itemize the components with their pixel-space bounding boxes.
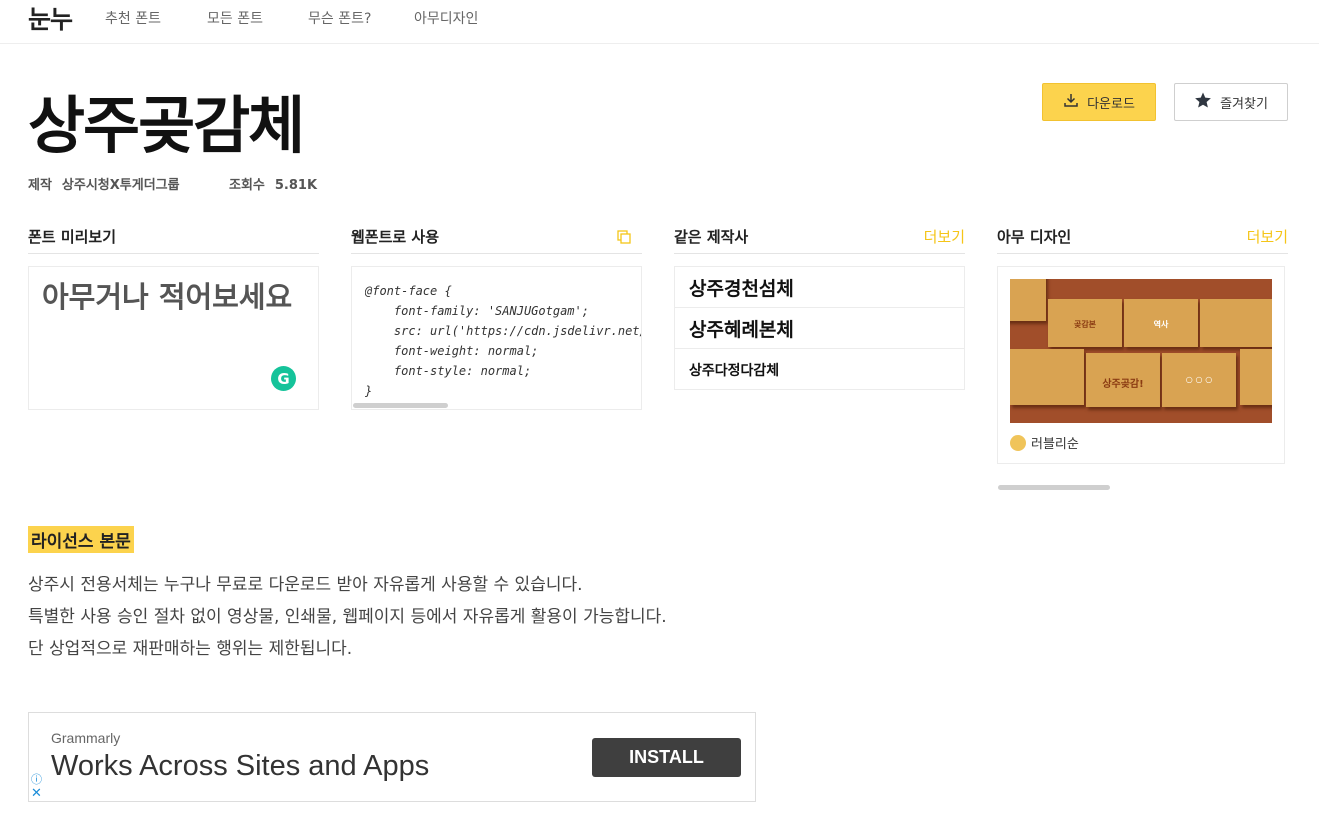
thumb-card: ○ ○ ○	[1162, 353, 1236, 407]
nav-all-fonts[interactable]: 모든 폰트	[207, 8, 263, 28]
copy-icon[interactable]	[616, 229, 632, 249]
thumb-card: 역사	[1124, 299, 1198, 347]
grammarly-icon[interactable]: G	[271, 366, 296, 391]
ad-banner[interactable]: Grammarly Works Across Sites and Apps IN…	[28, 712, 756, 802]
thumb-card-label: 역사	[1153, 320, 1169, 329]
views-count: 5.81K	[274, 178, 318, 193]
ad-brand: Grammarly	[51, 730, 121, 746]
author-avatar	[1010, 434, 1026, 451]
ad-info-icon[interactable]: ⓘ	[31, 771, 42, 787]
license-line: 특별한 사용 승인 절차 없이 영상물, 인쇄물, 웹페이지 등에서 자유롭게 …	[28, 607, 667, 627]
license-title: 라이선스 본문	[28, 526, 134, 553]
same-maker-font-item[interactable]: 상주경천섬체	[675, 267, 964, 308]
favorite-label: 즐겨찾기	[1220, 96, 1268, 112]
nav-any-design[interactable]: 아무디자인	[414, 8, 478, 28]
same-maker-section-header: 같은 제작사 더보기	[674, 226, 965, 254]
license-line: 단 상업적으로 재판매하는 행위는 제한됩니다.	[28, 639, 353, 659]
download-icon	[1063, 92, 1079, 112]
font-title: 상주곶감체	[28, 89, 305, 162]
thumb-card	[1010, 349, 1084, 405]
webfont-section-title: 웹폰트로 사용	[351, 228, 440, 246]
ad-close-icon[interactable]: ✕	[31, 786, 42, 801]
thumb-card: 상주곶감!	[1086, 353, 1160, 407]
download-label: 다운로드	[1087, 96, 1135, 112]
nav-recommended-fonts[interactable]: 추천 폰트	[105, 8, 161, 28]
maker-label: 제작	[28, 178, 52, 193]
any-design-section-header: 아무 디자인 더보기	[997, 226, 1288, 254]
download-button[interactable]: 다운로드	[1042, 83, 1156, 121]
site-logo[interactable]: 눈누	[28, 0, 73, 36]
thumb-card	[1010, 279, 1046, 321]
ad-headline[interactable]: Works Across Sites and Apps	[51, 750, 429, 783]
design-author[interactable]: 러블리순	[1010, 433, 1079, 452]
preview-section-title: 폰트 미리보기	[28, 228, 117, 246]
webfont-section-header: 웹폰트로 사용	[351, 226, 642, 254]
same-maker-font-item[interactable]: 상주다정다감체	[675, 349, 964, 390]
thumb-card-label: ○ ○ ○	[1185, 375, 1213, 384]
star-icon	[1194, 91, 1212, 113]
thumb-card-label: 곶감본	[1073, 320, 1097, 329]
favorite-button[interactable]: 즐겨찾기	[1174, 83, 1288, 121]
maker-name[interactable]: 상주시청X투게더그룹	[62, 178, 180, 193]
design-scrollbar[interactable]	[998, 485, 1110, 490]
any-design-section-title: 아무 디자인	[997, 228, 1072, 246]
design-thumbnail[interactable]: 곶감본 역사 상주곶감! ○ ○ ○	[1010, 279, 1272, 423]
same-maker-section-title: 같은 제작사	[674, 228, 749, 246]
same-maker-more-link[interactable]: 더보기	[924, 226, 965, 247]
preview-section-header: 폰트 미리보기	[28, 226, 319, 254]
author-name: 러블리순	[1031, 437, 1079, 452]
views-meta: 조회수 5.81K	[229, 174, 317, 193]
any-design-more-link[interactable]: 더보기	[1247, 226, 1288, 247]
thumb-card	[1200, 299, 1272, 347]
webfont-code-box: @font-face { font-family: 'SANJUGotgam';…	[351, 266, 642, 410]
code-scrollbar[interactable]	[353, 403, 448, 408]
top-navigation: 눈누 추천 폰트 모든 폰트 무슨 폰트? 아무디자인	[0, 0, 1319, 44]
nav-what-font[interactable]: 무슨 폰트?	[308, 8, 371, 28]
same-maker-list: 상주경천섬체 상주혜례본체 상주다정다감체	[674, 266, 965, 390]
webfont-code: @font-face { font-family: 'SANJUGotgam';…	[365, 284, 641, 398]
font-meta: 제작 상주시청X투게더그룹	[28, 174, 180, 193]
preview-placeholder[interactable]: 아무거나 적어보세요	[42, 281, 304, 314]
same-maker-font-item[interactable]: 상주혜례본체	[675, 308, 964, 349]
ad-install-button[interactable]: INSTALL	[592, 738, 741, 777]
thumb-card	[1240, 349, 1272, 405]
thumb-card: 곶감본	[1048, 299, 1122, 347]
views-label: 조회수	[229, 178, 265, 193]
license-line: 상주시 전용서체는 누구나 무료로 다운로드 받아 자유롭게 사용할 수 있습니…	[28, 575, 583, 595]
thumb-card-label: 상주곶감!	[1102, 379, 1144, 390]
